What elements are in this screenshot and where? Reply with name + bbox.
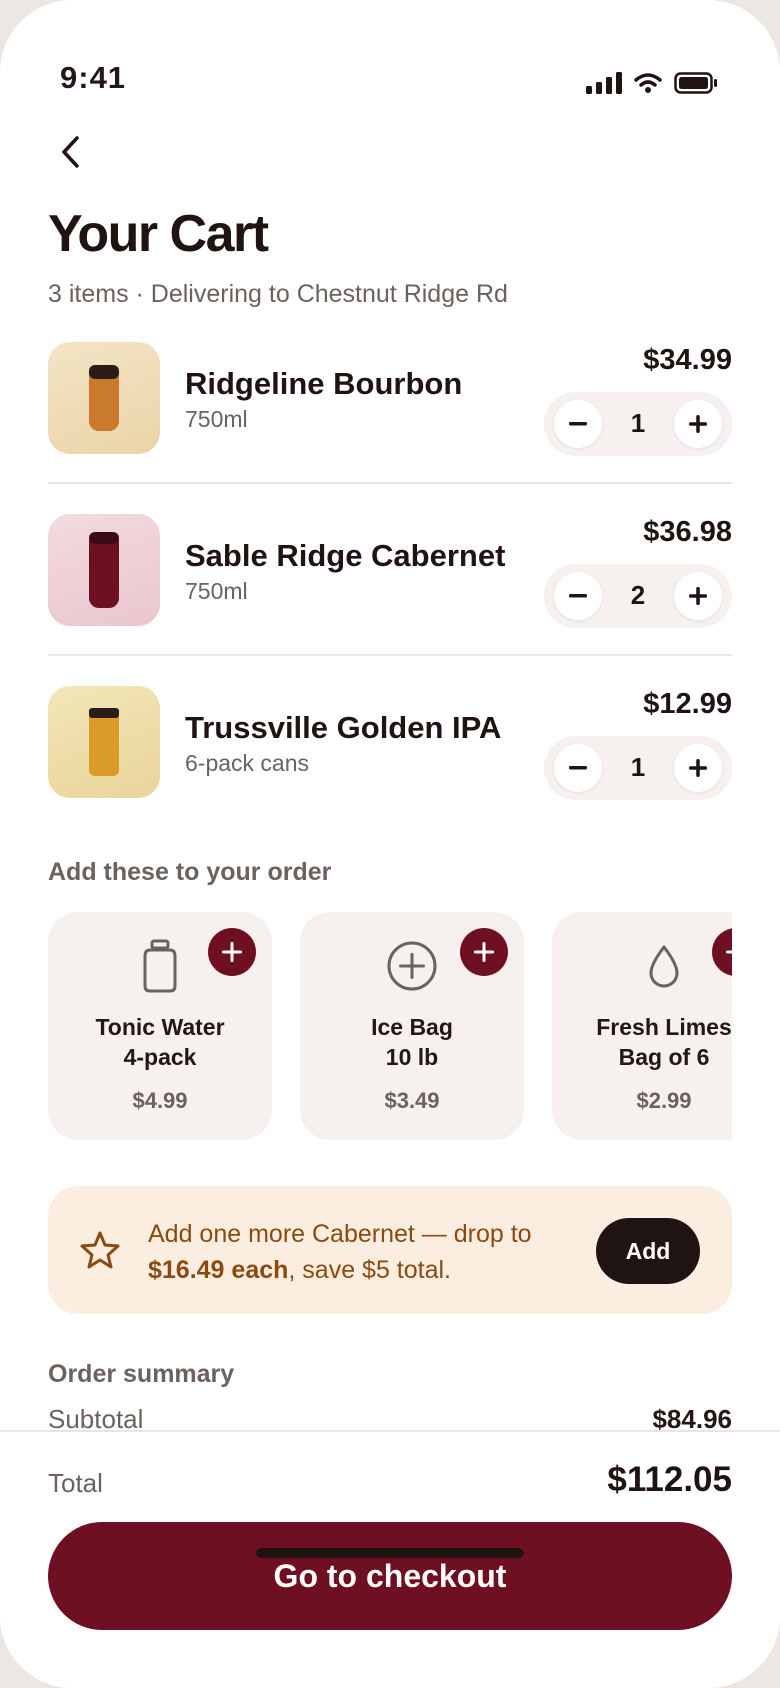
page-title: Your Cart [48,205,269,263]
wifi-icon [634,73,662,93]
product-thumbnail [48,686,160,798]
promo-banner: Add one more Cabernet — drop to $16.49 e… [48,1186,732,1314]
status-bar: 9:41 [0,0,780,120]
divider [48,482,732,484]
item-name: Ridgeline Bourbon [185,366,463,401]
checkout-button[interactable]: Go to checkout [48,1522,732,1630]
increase-button[interactable] [674,572,722,620]
plus-icon [689,587,707,605]
upsell-name-line1: Tonic Water [95,1014,225,1040]
upsell-card[interactable]: Tonic Water 4-pack $4.99 [48,912,272,1140]
promo-add-button[interactable]: Add [596,1218,700,1284]
upsell-name-line2: Bag of 6 [618,1044,710,1070]
promo-text: Add one more Cabernet — drop to $16.49 e… [148,1216,548,1288]
star-icon [80,1231,120,1269]
quantity-stepper: 2 [544,564,732,628]
home-indicator [256,1548,524,1558]
bottle-icon [89,532,119,608]
cart-item: Trussville Golden IPA 6-pack cans $12.99… [48,686,732,800]
upsell-name-line1: Ice Bag [371,1014,453,1040]
upsell-name-line2: 4-pack [123,1044,197,1070]
order-summary-title: Order summary [48,1360,235,1388]
plus-icon [474,942,494,962]
upsell-name: Ice Bag 10 lb [300,1012,524,1072]
upsell-price: $4.99 [132,1088,188,1113]
chevron-left-icon [62,136,79,168]
upsell-price: $3.49 [384,1088,440,1113]
battery-icon [674,72,717,94]
checkout-bar: Total $112.05 Go to checkout [0,1430,780,1688]
item-price: $36.98 [643,516,732,548]
plus-icon [726,950,732,954]
upsell-name: Tonic Water 4-pack [48,1012,272,1072]
item-size: 750ml [185,406,248,432]
upsell-section-title: Add these to your order [48,858,332,886]
increase-button[interactable] [674,400,722,448]
upsell-name-line1: Fresh Limes [596,1014,732,1040]
upsell-name: Fresh Limes Bag of 6 [552,1012,732,1072]
status-time: 9:41 [60,60,127,95]
promo-text-before: Add one more Cabernet — drop to [148,1220,532,1248]
can-icon [89,708,119,776]
promo-text-highlight: $16.49 each [148,1256,289,1284]
upsell-card[interactable]: Ice Bag 10 lb $3.49 [300,912,524,1140]
quantity-stepper: 1 [544,392,732,456]
quantity-stepper: 1 [544,736,732,800]
plus-icon [689,759,707,777]
upsell-card[interactable]: Fresh Limes Bag of 6 $2.99 [552,912,732,1140]
item-price: $12.99 [643,688,732,720]
plus-circle-icon [382,936,442,996]
upsell-carousel[interactable]: Tonic Water 4-pack $4.99 Ice Bag 10 lb $… [48,912,732,1142]
plus-icon [222,942,242,962]
increase-button[interactable] [674,744,722,792]
product-thumbnail [48,514,160,626]
cart-list: Ridgeline Bourbon 750ml $34.99 1 Sable R… [48,342,732,800]
add-upsell-button[interactable] [208,928,256,976]
back-button[interactable] [46,128,94,176]
cart-item: Sable Ridge Cabernet 750ml $36.98 2 [48,514,732,656]
item-name: Sable Ridge Cabernet [185,538,506,573]
product-thumbnail [48,342,160,454]
plus-icon [689,415,707,433]
drop-icon [634,936,694,996]
page-subtitle: 3 items · Delivering to Chestnut Ridge R… [48,280,508,308]
upsell-price: $2.99 [636,1088,692,1113]
total-label: Total [48,1468,103,1498]
divider [48,654,732,656]
item-price: $34.99 [643,344,732,376]
add-upsell-button[interactable] [712,928,732,976]
item-size: 6-pack cans [185,750,310,776]
bottle-icon [130,936,190,996]
bottle-icon [89,365,119,431]
cart-item: Ridgeline Bourbon 750ml $34.99 1 [48,342,732,484]
signal-icon [586,72,622,94]
item-name: Trussville Golden IPA [185,710,502,745]
total-value: $112.05 [607,1460,732,1499]
promo-text-after: , save $5 total. [288,1256,452,1284]
add-upsell-button[interactable] [460,928,508,976]
item-size: 750ml [185,578,248,604]
phone-screen: 9:41 Your Cart 3 items · Delivering to C… [0,0,780,1688]
upsell-name-line2: 10 lb [385,1044,439,1070]
status-icons [586,72,718,94]
